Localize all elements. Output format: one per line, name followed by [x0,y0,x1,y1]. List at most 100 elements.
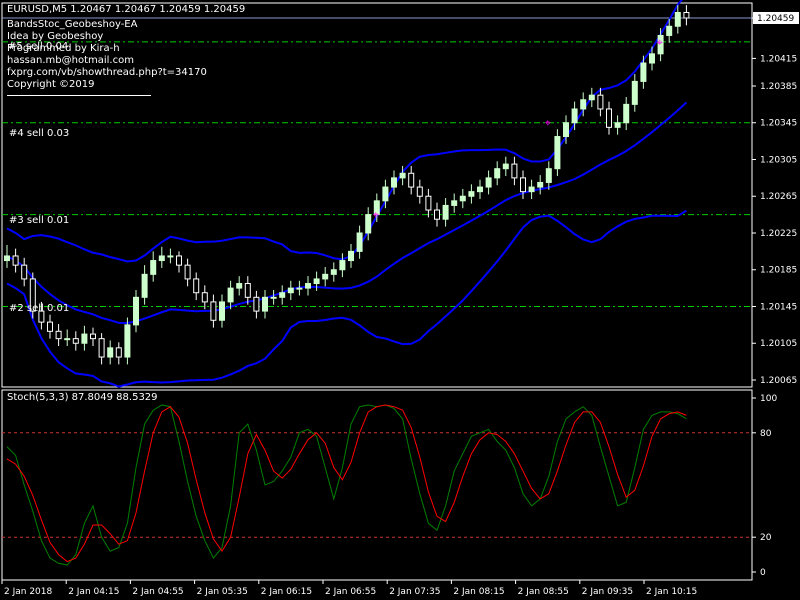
sell-entry-marker: ⌖ [373,209,379,222]
candle [81,325,88,351]
candle [158,246,165,268]
forum-link[interactable]: fxprg.com/vb/showthread.php?t=34170 [7,67,207,79]
time-tick-label: 2 Jan 08:15 [453,587,504,597]
sell-level-4-label: #4 sell 0.03 [9,128,70,139]
sell-level-2-label: #2 sell 0.01 [9,303,70,314]
candle [416,179,423,204]
stochastic-pane[interactable]: 100 80 20 0 [1,389,777,581]
price-tick-label: 1.20345 [760,119,797,129]
stoch-tick-label: 0 [760,568,766,578]
candle [227,280,234,310]
candle [631,74,638,112]
candle [502,156,509,177]
candle [640,55,647,89]
candle [528,179,535,199]
candle [210,294,217,328]
candle-body [528,186,535,193]
trading-chart[interactable]: 1.20459 1.20415 1.20385 1.20345 1.20305 1.202… [0,0,800,600]
price-tick-label: 1.20385 [760,82,797,92]
candle [124,317,131,365]
candle [554,129,561,177]
candle [434,202,440,227]
candle-body [287,287,294,294]
candle-body [348,250,354,262]
stoch-tick-label: 100 [760,394,777,404]
candle [339,253,346,278]
candle [244,276,251,305]
candle-body [425,195,432,211]
candle [133,289,139,333]
candle [520,170,526,199]
candle [408,165,415,195]
candle-body [563,122,569,138]
candle-body [434,209,440,220]
candle-body [485,177,492,188]
candle [90,327,96,347]
candle-body [72,338,79,344]
price-tick-label: 1.20145 [760,302,797,312]
candle-body [502,163,509,170]
candle-body [219,301,225,321]
candle [296,280,303,296]
candle-body [244,283,251,298]
price-tick-label: 1.20105 [760,339,797,349]
candle-body [64,338,71,341]
candle [477,179,483,199]
candle-body [537,181,544,188]
candle-body [597,94,604,110]
candle-body [468,191,475,197]
candle [545,161,552,190]
price-tick-label: 1.20305 [760,155,797,165]
time-tick-label: 2 Jan 07:35 [389,587,440,597]
candle [348,244,354,268]
time-tick-label: 2 Jan 06:55 [325,587,376,597]
time-tick-label: 2 Jan 04:15 [68,587,119,597]
time-tick-label: 2 Jan 09:35 [582,587,633,597]
candle-body [674,11,681,27]
candle-body [158,255,165,262]
bollinger-upper-band [6,0,683,263]
stoch-main-line [6,404,687,566]
time-tick-label: 2 Jan 10:15 [646,587,697,597]
candle-body [649,53,655,64]
current-price-label: 1.20459 [757,14,794,24]
candle [683,5,690,26]
stoch-tick-label: 80 [760,429,772,439]
candle-body [545,168,552,183]
candle-body [683,11,690,19]
info-separator [7,95,151,96]
candle-body [305,283,311,289]
candle-body [451,200,458,206]
time-tick-label: 2 Jan 04:55 [132,587,183,597]
candle-body [330,269,337,275]
candle-body [167,255,174,258]
candle-body [313,278,320,285]
candle-body [227,287,234,303]
candle-body [90,333,96,340]
candle [4,244,10,268]
candle-body [494,168,501,179]
sell-level-3-label: #3 sell 0.01 [9,215,70,226]
candle-body [631,80,638,105]
candle-body [176,255,182,266]
candle-body [201,292,208,303]
candle-body [511,163,518,179]
candle [442,198,449,227]
candle [451,193,458,213]
candle-body [356,232,363,252]
candle-body [141,273,148,298]
candle-body [666,25,673,36]
candle-body [399,172,406,179]
candle [270,289,277,305]
time-tick-label: 2 Jan 06:15 [261,587,312,597]
candle-body [416,186,423,197]
candle-body [382,186,389,202]
candle-body [253,296,260,312]
candle-body [614,122,621,128]
candle-body [133,296,139,326]
candle [47,314,53,339]
bollinger-lower-band [6,209,687,388]
candle [253,290,260,319]
candle-body [623,103,630,124]
price-tick-label: 1.20065 [760,376,797,386]
